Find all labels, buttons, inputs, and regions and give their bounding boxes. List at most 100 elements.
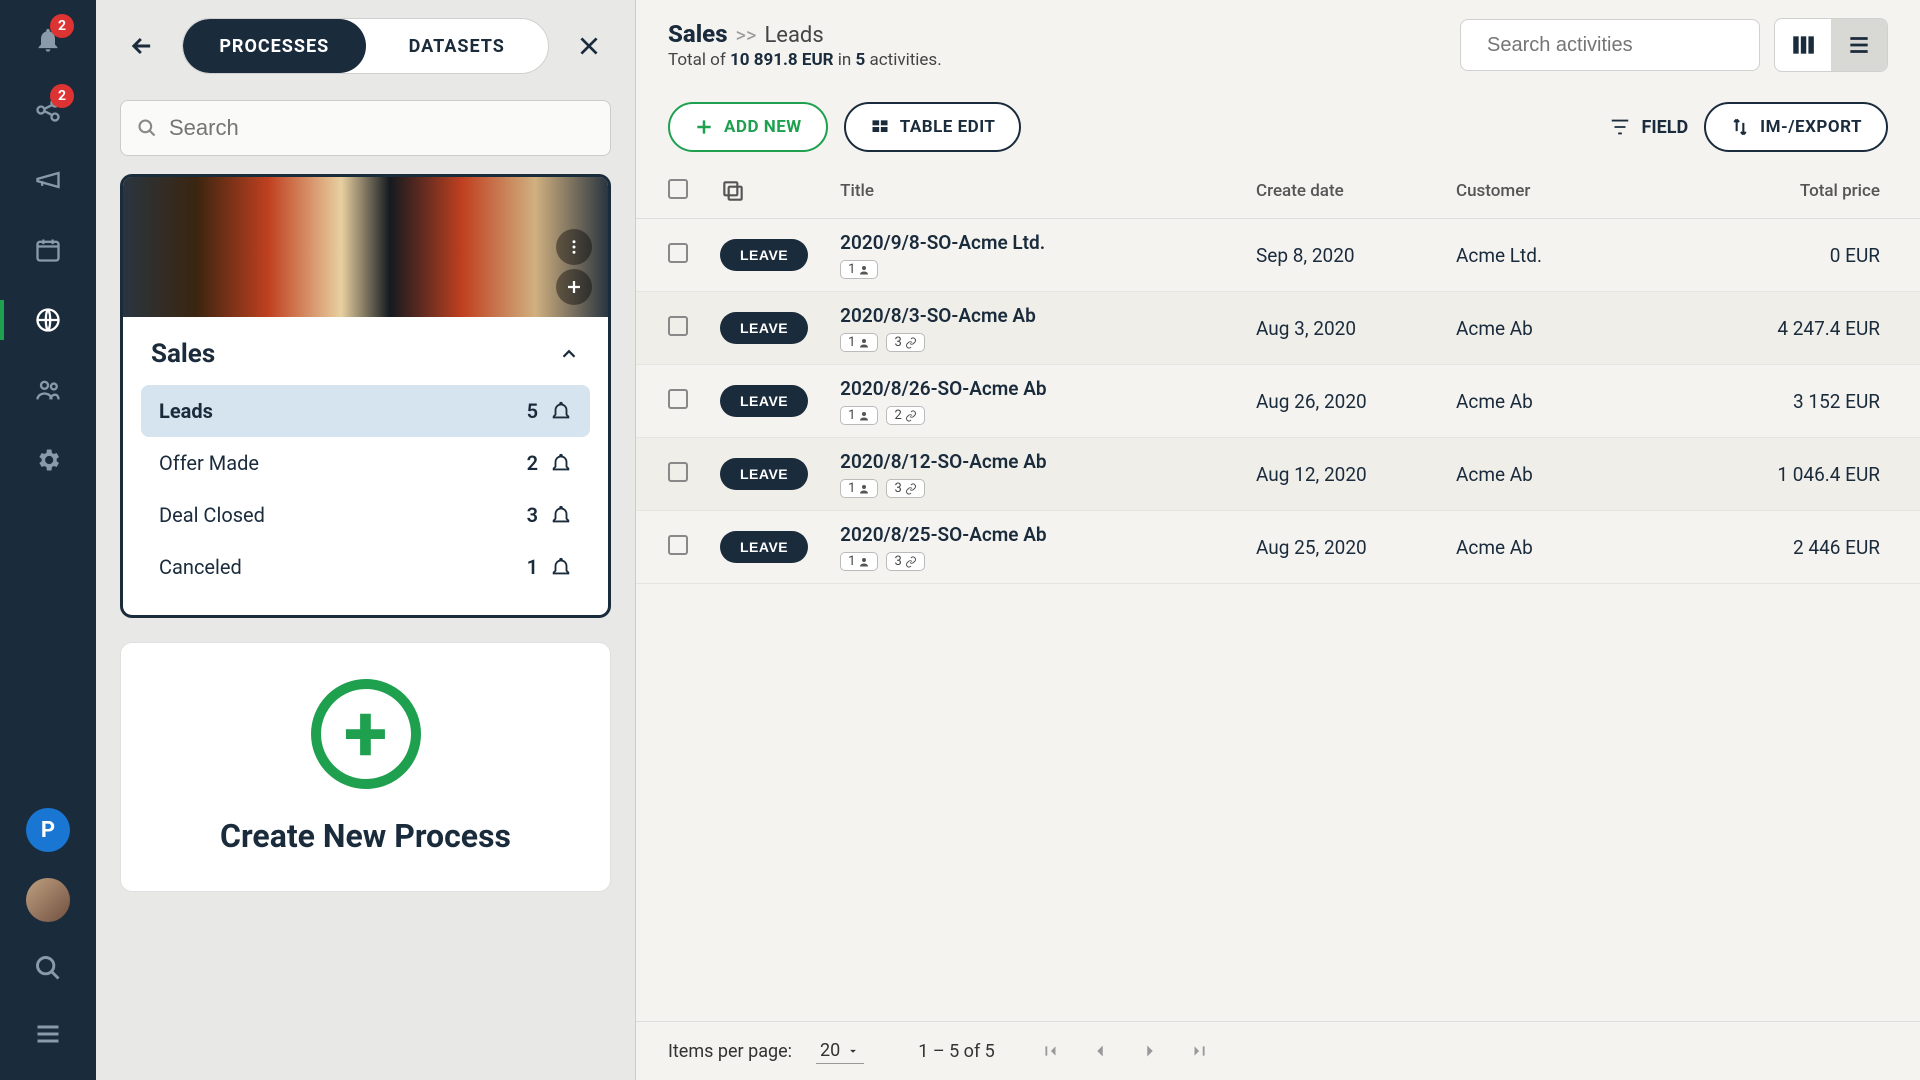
megaphone-icon xyxy=(34,166,62,194)
bell-icon xyxy=(550,556,572,578)
users-chip: 1 xyxy=(840,406,878,425)
col-total-price[interactable]: Total price xyxy=(1720,164,1920,219)
table-edit-icon xyxy=(870,117,890,137)
last-page-icon xyxy=(1189,1040,1211,1062)
links-chip: 3 xyxy=(886,479,924,498)
calendar-icon xyxy=(34,236,62,264)
row-price: 4 247.4 EUR xyxy=(1720,292,1920,365)
leave-button[interactable]: LEAVE xyxy=(720,531,808,563)
leave-button[interactable]: LEAVE xyxy=(720,239,808,271)
users-chip: 1 xyxy=(840,333,878,352)
add-new-button[interactable]: ADD NEW xyxy=(668,102,828,152)
search-activities-input[interactable] xyxy=(1487,34,1752,57)
nav-workspaces[interactable]: 2 xyxy=(28,90,68,130)
page-first-button[interactable] xyxy=(1039,1040,1061,1062)
table-row[interactable]: LEAVE 2020/8/26-SO-Acme Ab 1 2 Aug 26, 2… xyxy=(636,365,1920,438)
row-checkbox[interactable] xyxy=(668,316,688,336)
view-list-button[interactable] xyxy=(1831,19,1887,71)
view-kanban-button[interactable] xyxy=(1775,19,1831,71)
row-checkbox[interactable] xyxy=(668,243,688,263)
process-card-image xyxy=(123,177,608,317)
breadcrumb-main: Sales xyxy=(668,20,728,48)
import-export-button[interactable]: IM-/EXPORT xyxy=(1704,102,1888,152)
side-search-wrap[interactable] xyxy=(120,100,611,156)
page-next-button[interactable] xyxy=(1139,1040,1161,1062)
items-per-page-select[interactable]: 20 xyxy=(816,1038,864,1064)
globe-icon xyxy=(34,306,62,334)
filter-icon xyxy=(1609,116,1631,138)
row-date: Sep 8, 2020 xyxy=(1240,219,1440,292)
stage-item[interactable]: Offer Made 2 xyxy=(141,437,590,489)
leave-button[interactable]: LEAVE xyxy=(720,458,808,490)
nav-calendar[interactable] xyxy=(28,230,68,270)
workspace-badge: 2 xyxy=(50,84,74,108)
table-row[interactable]: LEAVE 2020/8/12-SO-Acme Ab 1 3 Aug 12, 2… xyxy=(636,438,1920,511)
tab-processes[interactable]: PROCESSES xyxy=(183,19,366,73)
view-toggle xyxy=(1774,18,1888,72)
breadcrumb-sub: Leads xyxy=(764,23,823,48)
back-button[interactable] xyxy=(120,24,164,68)
stage-item[interactable]: Deal Closed 3 xyxy=(141,489,590,541)
col-customer[interactable]: Customer xyxy=(1440,164,1720,219)
user-avatar[interactable] xyxy=(26,878,70,922)
page-last-button[interactable] xyxy=(1189,1040,1211,1062)
links-chip: 3 xyxy=(886,333,924,352)
create-plus-circle: + xyxy=(311,679,421,789)
row-checkbox[interactable] xyxy=(668,462,688,482)
select-all-checkbox[interactable] xyxy=(668,179,688,199)
nav-people[interactable] xyxy=(28,370,68,410)
row-date: Aug 3, 2020 xyxy=(1240,292,1440,365)
row-price: 0 EUR xyxy=(1720,219,1920,292)
card-add-button[interactable] xyxy=(556,269,592,305)
card-more-button[interactable] xyxy=(556,229,592,265)
row-checkbox[interactable] xyxy=(668,535,688,555)
nav-menu[interactable] xyxy=(28,1014,68,1054)
row-customer: Acme Ab xyxy=(1440,511,1720,584)
main-content: Sales >> Leads Total of 10 891.8 EUR in … xyxy=(636,0,1920,1080)
table-edit-button[interactable]: TABLE EDIT xyxy=(844,102,1022,152)
col-create-date[interactable]: Create date xyxy=(1240,164,1440,219)
stage-count: 5 xyxy=(527,399,538,423)
nav-notifications[interactable]: 2 xyxy=(28,20,68,60)
row-customer: Acme Ab xyxy=(1440,365,1720,438)
nav-campaigns[interactable] xyxy=(28,160,68,200)
side-search-input[interactable] xyxy=(169,115,594,141)
people-icon xyxy=(34,376,62,404)
row-customer: Acme Ab xyxy=(1440,438,1720,511)
row-date: Aug 26, 2020 xyxy=(1240,365,1440,438)
chevron-up-icon xyxy=(558,343,580,365)
create-process-card[interactable]: + Create New Process xyxy=(120,642,611,892)
total-line: Total of 10 891.8 EUR in 5 activities. xyxy=(668,50,942,70)
create-process-label: Create New Process xyxy=(220,817,511,855)
stage-item[interactable]: Canceled 1 xyxy=(141,541,590,593)
bell-icon xyxy=(550,504,572,526)
search-activities[interactable] xyxy=(1460,19,1760,71)
nav-settings[interactable] xyxy=(28,440,68,480)
stage-count: 3 xyxy=(527,503,538,527)
row-checkbox[interactable] xyxy=(668,389,688,409)
table-row[interactable]: LEAVE 2020/8/25-SO-Acme Ab 1 3 Aug 25, 2… xyxy=(636,511,1920,584)
collapse-button[interactable] xyxy=(558,343,580,365)
stage-item[interactable]: Leads 5 xyxy=(141,385,590,437)
leave-button[interactable]: LEAVE xyxy=(720,312,808,344)
bell-icon xyxy=(550,400,572,422)
table-row[interactable]: LEAVE 2020/9/8-SO-Acme Ltd. 1 Sep 8, 202… xyxy=(636,219,1920,292)
copy-icon[interactable] xyxy=(720,178,746,204)
org-avatar[interactable]: P xyxy=(26,808,70,852)
leave-button[interactable]: LEAVE xyxy=(720,385,808,417)
row-title: 2020/8/3-SO-Acme Ab xyxy=(840,304,1224,327)
table-row[interactable]: LEAVE 2020/8/3-SO-Acme Ab 1 3 Aug 3, 202… xyxy=(636,292,1920,365)
tab-switcher: PROCESSES DATASETS xyxy=(182,18,549,74)
row-title: 2020/8/26-SO-Acme Ab xyxy=(840,377,1224,400)
close-panel-button[interactable] xyxy=(567,24,611,68)
nav-search[interactable] xyxy=(28,948,68,988)
col-title[interactable]: Title xyxy=(824,164,1240,219)
page-prev-button[interactable] xyxy=(1089,1040,1111,1062)
notifications-badge: 2 xyxy=(50,14,74,38)
tab-datasets[interactable]: DATASETS xyxy=(366,19,549,73)
row-date: Aug 12, 2020 xyxy=(1240,438,1440,511)
nav-rail: 2 2 P xyxy=(0,0,96,1080)
links-chip: 3 xyxy=(886,552,924,571)
nav-processes[interactable] xyxy=(28,300,68,340)
field-button[interactable]: FIELD xyxy=(1609,116,1688,138)
